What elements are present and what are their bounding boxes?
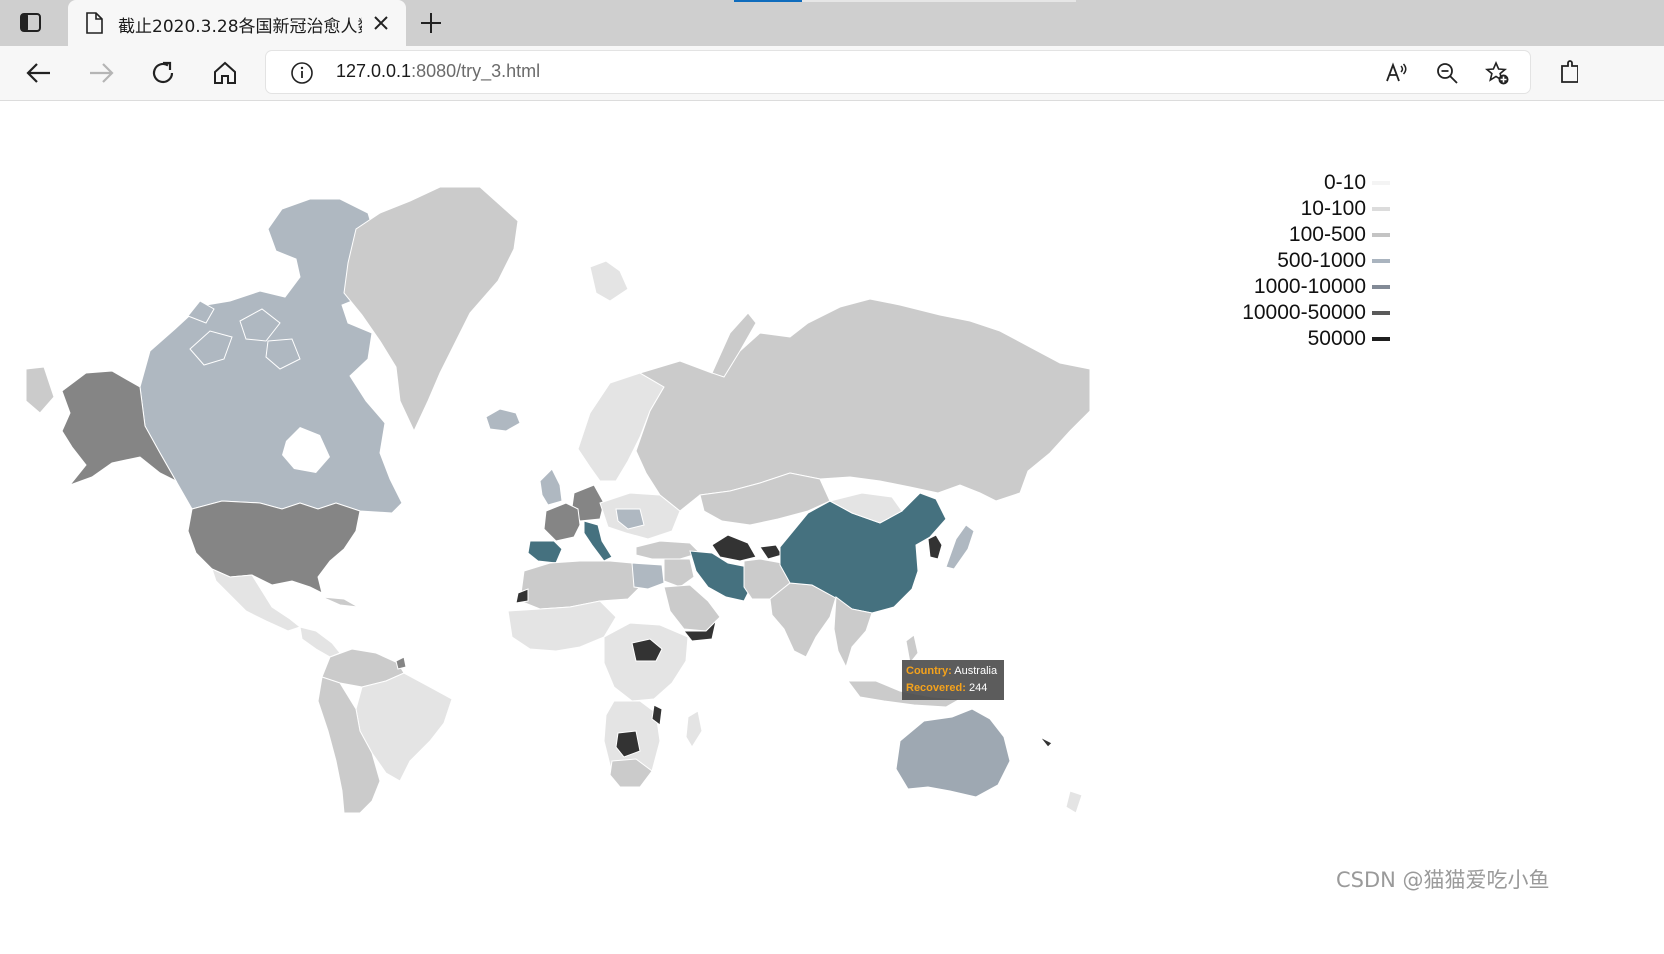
legend-swatch	[1372, 181, 1390, 185]
tooltip-recovered-label: Recovered:	[906, 682, 966, 694]
legend-item: 10-100	[1180, 196, 1400, 222]
loading-track	[802, 0, 1076, 2]
legend-swatch	[1372, 259, 1390, 263]
legend-swatch	[1372, 285, 1390, 289]
country-saudi[interactable]	[663, 584, 721, 632]
legend-label: 50000	[1307, 327, 1366, 350]
country-svalbard[interactable]	[589, 260, 629, 302]
legend-item: 1000-10000	[1180, 274, 1400, 300]
favorites-add-icon[interactable]	[1484, 60, 1510, 86]
read-aloud-icon[interactable]	[1384, 60, 1410, 86]
country-tajik[interactable]	[759, 544, 783, 560]
country-iceland[interactable]	[485, 408, 521, 432]
legend-swatch	[1372, 311, 1390, 315]
legend-label: 500-1000	[1277, 249, 1366, 272]
legend-label: 10000-50000	[1242, 301, 1366, 324]
tooltip-country-label: Country:	[906, 665, 952, 677]
home-icon[interactable]	[210, 58, 240, 88]
browser-toolbar: 127.0.0.1:8080/try_3.html	[0, 46, 1664, 101]
country-india[interactable]	[769, 582, 837, 658]
country-senegal[interactable]	[515, 588, 529, 604]
country-philippines[interactable]	[905, 634, 919, 665]
tooltip-country-value: Australia	[954, 665, 998, 677]
legend-item: 10000-50000	[1180, 300, 1400, 326]
country-spain[interactable]	[527, 540, 563, 564]
map-tooltip: Country: Australia Recovered: 244	[902, 660, 1004, 700]
legend-label: 0-10	[1323, 171, 1366, 194]
country-central-africa[interactable]	[603, 622, 689, 702]
legend-item: 500-1000	[1180, 248, 1400, 274]
country-north-africa[interactable]	[519, 560, 641, 610]
legend: 0-10 10-100 100-500 500-1000 1000-10000 10000…	[1180, 170, 1400, 352]
document-icon	[84, 12, 104, 34]
country-egypt[interactable]	[631, 562, 665, 590]
legend-item: 50000	[1180, 326, 1400, 352]
url-text: 127.0.0.1:8080/try_3.html	[336, 61, 540, 82]
country-west-africa[interactable]	[507, 600, 617, 652]
country-russia-far-east-west[interactable]	[25, 366, 55, 414]
country-suriname[interactable]	[395, 656, 407, 670]
country-papua[interactable]	[1039, 736, 1053, 748]
tooltip-recovered-value: 244	[968, 682, 988, 694]
country-australia[interactable]	[895, 708, 1011, 798]
country-russia[interactable]	[635, 298, 1091, 512]
legend-swatch	[1372, 207, 1390, 211]
country-france[interactable]	[543, 502, 581, 542]
legend-swatch	[1372, 337, 1390, 341]
country-cuba[interactable]	[321, 596, 359, 608]
country-madagascar[interactable]	[685, 710, 703, 748]
legend-swatch	[1372, 233, 1390, 237]
reload-icon[interactable]	[148, 58, 178, 88]
country-korea[interactable]	[927, 534, 943, 560]
legend-item: 100-500	[1180, 222, 1400, 248]
watermark: CSDN @猫猫爱吃小鱼	[1336, 868, 1550, 892]
address-bar[interactable]: 127.0.0.1:8080/try_3.html	[266, 51, 1530, 93]
zoom-out-icon[interactable]	[1434, 60, 1460, 86]
country-greenland[interactable]	[343, 186, 519, 433]
legend-item: 0-10	[1180, 170, 1400, 196]
country-new-zealand[interactable]	[1065, 790, 1083, 814]
new-tab-icon[interactable]	[418, 10, 444, 36]
country-japan[interactable]	[945, 524, 975, 570]
country-central-america[interactable]	[299, 626, 341, 658]
back-arrow-icon[interactable]	[24, 58, 54, 88]
tab-actions-icon[interactable]	[18, 11, 44, 35]
tab-title: 截止2020.3.28各国新冠治愈人数	[118, 17, 362, 37]
legend-label: 1000-10000	[1253, 275, 1366, 298]
country-usa[interactable]	[187, 500, 361, 594]
extensions-icon[interactable]	[1554, 58, 1579, 88]
country-uk[interactable]	[539, 468, 563, 506]
url-host: 127.0.0.1	[336, 61, 412, 81]
tab-active[interactable]: 截止2020.3.28各国新冠治愈人数	[68, 0, 406, 46]
tab-bar: 截止2020.3.28各国新冠治愈人数	[0, 0, 1664, 46]
legend-label: 10-100	[1300, 197, 1366, 220]
site-info-icon[interactable]	[290, 61, 314, 85]
world-map	[25, 186, 1091, 814]
country-turkey[interactable]	[635, 540, 701, 560]
legend-label: 100-500	[1288, 223, 1366, 246]
forward-arrow-icon[interactable]	[86, 58, 116, 88]
country-iraq-syria[interactable]	[663, 558, 695, 588]
url-port-path: :8080/try_3.html	[411, 61, 541, 81]
loading-indicator	[734, 0, 802, 2]
close-tab-icon[interactable]	[370, 12, 392, 34]
